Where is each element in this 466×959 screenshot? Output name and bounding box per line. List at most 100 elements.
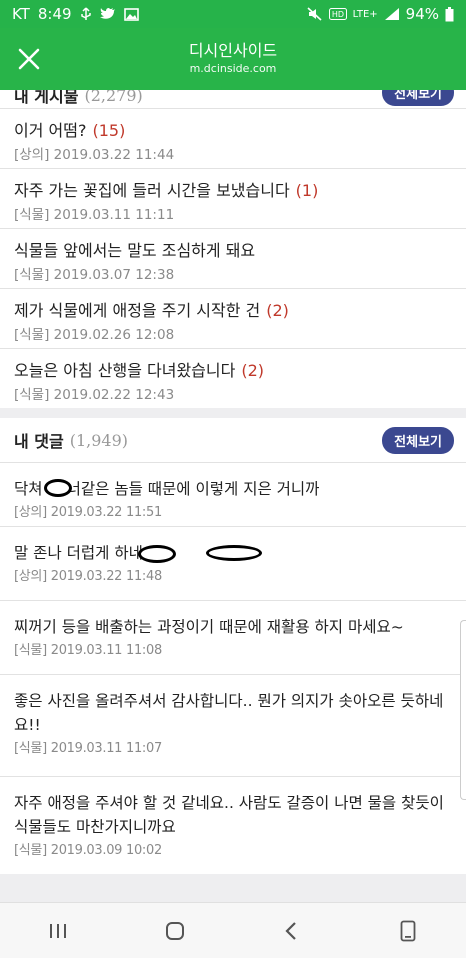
- site-url: m.dcinside.com: [189, 62, 277, 75]
- back-button[interactable]: [261, 903, 321, 959]
- page-content[interactable]: 내 게시물 (2,279) 전체보기 이거 어떰? (15) [상의] 2019.0…: [0, 90, 466, 902]
- post-board: [식물]: [14, 387, 50, 403]
- comment-item[interactable]: 자주 애정을 주셔야 할 것 같네요.. 사람도 갈증이 나면 물을 찾듯이 식…: [0, 776, 466, 874]
- redaction-scribble: [206, 545, 262, 561]
- signal-icon: [384, 7, 400, 21]
- post-meta: [식물] 2019.02.26 12:08: [14, 327, 452, 343]
- post-meta: [식물] 2019.03.07 12:38: [14, 267, 452, 283]
- comment-board: [상의]: [14, 505, 47, 520]
- post-comment-count: (2): [266, 301, 289, 320]
- post-item[interactable]: 제가 식물에게 애정을 주기 시작한 건 (2) [식물] 2019.02.26 1…: [0, 288, 466, 348]
- post-comment-count: (15): [92, 121, 126, 140]
- battery-icon: [445, 6, 454, 22]
- comment-meta: [식물] 2019.03.09 10:02: [14, 843, 452, 859]
- post-title: 자주 가는 꽃집에 들러 시간을 보냈습니다 (1): [14, 181, 452, 201]
- redaction-scribble: [138, 545, 176, 563]
- comment-date: 2019.03.22 11:48: [50, 569, 163, 584]
- status-bar: KT 8:49 HD LTE+ 94%: [0, 0, 466, 28]
- my-comments-view-all-button[interactable]: 전체보기: [382, 426, 454, 454]
- post-title: 식물들 앞에서는 말도 조심하게 돼요: [14, 241, 452, 261]
- comment-meta: [식물] 2019.03.11 11:08: [14, 643, 452, 659]
- comment-item[interactable]: 닥쳐 이 너같은 놈들 때문에 이렇게 지은 거니까 [상의] 2019.03.2…: [0, 462, 466, 526]
- phone-icon: [400, 920, 416, 941]
- post-title: 오늘은 아침 산행을 다녀왔습니다 (2): [14, 361, 452, 381]
- my-posts-view-all-button[interactable]: 전체보기: [382, 90, 454, 106]
- comment-date: 2019.03.22 11:51: [50, 505, 163, 520]
- post-comment-count: (2): [241, 361, 265, 380]
- comment-board: [식물]: [14, 843, 47, 858]
- mute-icon: [307, 7, 323, 21]
- post-item[interactable]: 자주 가는 꽃집에 들러 시간을 보냈습니다 (1) [식물] 2019.03.11…: [0, 168, 466, 228]
- post-title: 이거 어떰? (15): [14, 121, 452, 141]
- back-icon: [285, 921, 297, 940]
- post-meta: [식물] 2019.02.22 12:43: [14, 387, 452, 403]
- post-comment-count: (1): [295, 181, 319, 200]
- comment-item[interactable]: 말 존나 더럽게 하네 [상의] 2019.03.22 11:48: [0, 526, 466, 600]
- post-item[interactable]: 오늘은 아침 산행을 다녀왔습니다 (2) [식물] 2019.02.22 12:4…: [0, 348, 466, 408]
- comment-meta: [상의] 2019.03.22 11:48: [14, 569, 452, 585]
- comment-meta: [상의] 2019.03.22 11:51: [14, 505, 452, 521]
- post-date: 2019.03.11 11:11: [53, 207, 175, 223]
- clock-time: 8:49: [37, 5, 72, 23]
- my-comments-title: 내 댓글: [14, 432, 64, 451]
- comment-text: 찌꺼기 등을 배출하는 과정이기 때문에 재활용 하지 마세요~: [14, 618, 404, 636]
- comment-board: [상의]: [14, 569, 47, 584]
- post-meta: [식물] 2019.03.11 11:11: [14, 207, 452, 223]
- post-meta: [상의] 2019.03.22 11:44: [14, 147, 452, 163]
- comment-meta: [식물] 2019.03.11 11:07: [14, 741, 452, 757]
- home-icon: [165, 921, 184, 940]
- assist-button[interactable]: [378, 903, 438, 959]
- post-title-text: 자주 가는 꽃집에 들러 시간을 보냈습니다: [14, 181, 290, 200]
- hd-icon: HD: [328, 8, 347, 20]
- recents-button[interactable]: [28, 903, 88, 959]
- my-comments-list: 닥쳐 이 너같은 놈들 때문에 이렇게 지은 거니까 [상의] 2019.03.2…: [0, 462, 466, 874]
- comment-item[interactable]: 찌꺼기 등을 배출하는 과정이기 때문에 재활용 하지 마세요~ [식물] 201…: [0, 600, 466, 674]
- my-comments-section: 내 댓글 (1,949) 전체보기 닥쳐 이 너같은 놈들 때문에 이렇게 지은…: [0, 418, 466, 874]
- my-posts-list: 이거 어떰? (15) [상의] 2019.03.22 11:44 자주 가는 꽃집에…: [0, 108, 466, 408]
- post-date: 2019.02.26 12:08: [53, 327, 175, 343]
- post-board: [상의]: [14, 147, 50, 163]
- my-comments-count: (1,949): [69, 430, 129, 450]
- my-posts-count: (2,279): [84, 90, 143, 105]
- usb-icon: [80, 7, 92, 21]
- network-type: LTE+: [352, 8, 378, 20]
- close-icon: [18, 48, 40, 70]
- section-gap: [0, 408, 466, 418]
- comment-board: [식물]: [14, 741, 47, 756]
- post-title: 제가 식물에게 애정을 주기 시작한 건 (2): [14, 301, 452, 321]
- redaction-scribble: [44, 479, 72, 497]
- post-item[interactable]: 이거 어떰? (15) [상의] 2019.03.22 11:44: [0, 108, 466, 168]
- post-date: 2019.03.07 12:38: [53, 267, 175, 283]
- post-title-text: 식물들 앞에서는 말도 조심하게 돼요: [14, 241, 256, 260]
- comment-text: 자주 애정을 주셔야 할 것 같네요.. 사람도 갈증이 나면 물을 찾듯이 식…: [14, 794, 444, 836]
- comment-date: 2019.03.11 11:08: [50, 643, 163, 658]
- battery-percent: 94%: [405, 5, 439, 23]
- gallery-icon: [123, 7, 139, 21]
- post-item[interactable]: 식물들 앞에서는 말도 조심하게 돼요 [식물] 2019.03.07 12:38: [0, 228, 466, 288]
- my-posts-section: 내 게시물 (2,279) 전체보기 이거 어떰? (15) [상의] 2019.0…: [0, 90, 466, 408]
- post-title-text: 제가 식물에게 애정을 주기 시작한 건: [14, 301, 261, 320]
- post-board: [식물]: [14, 207, 50, 223]
- comment-text: 닥쳐 이 너같은 놈들 때문에 이렇게 지은 거니까: [14, 480, 320, 498]
- app-header: 디시인사이드 m.dcinside.com: [0, 28, 466, 90]
- recents-icon: [50, 923, 67, 938]
- post-board: [식물]: [14, 267, 50, 283]
- post-title-text: 오늘은 아침 산행을 다녀왔습니다: [14, 361, 236, 380]
- home-button[interactable]: [145, 903, 205, 959]
- scroll-handle[interactable]: [460, 620, 466, 800]
- post-title-text: 이거 어떰?: [14, 121, 87, 140]
- comment-board: [식물]: [14, 643, 47, 658]
- site-title: 디시인사이드: [188, 41, 278, 60]
- comment-date: 2019.03.09 10:02: [50, 843, 163, 858]
- post-date: 2019.02.22 12:43: [53, 387, 175, 403]
- close-button[interactable]: [16, 46, 42, 72]
- post-date: 2019.03.22 11:44: [53, 147, 175, 163]
- comment-date: 2019.03.11 11:07: [50, 741, 163, 756]
- carrier-label: KT: [12, 5, 30, 23]
- post-board: [식물]: [14, 327, 50, 343]
- svg-text:HD: HD: [332, 10, 344, 19]
- comment-text: 좋은 사진을 올려주셔서 감사합니다.. 뭔가 의지가 솟아오른 듯하네요!!: [14, 692, 444, 734]
- system-nav-bar: [0, 902, 466, 958]
- my-posts-title: 내 게시물: [14, 90, 79, 106]
- comment-item[interactable]: 좋은 사진을 올려주셔서 감사합니다.. 뭔가 의지가 솟아오른 듯하네요!! […: [0, 674, 466, 776]
